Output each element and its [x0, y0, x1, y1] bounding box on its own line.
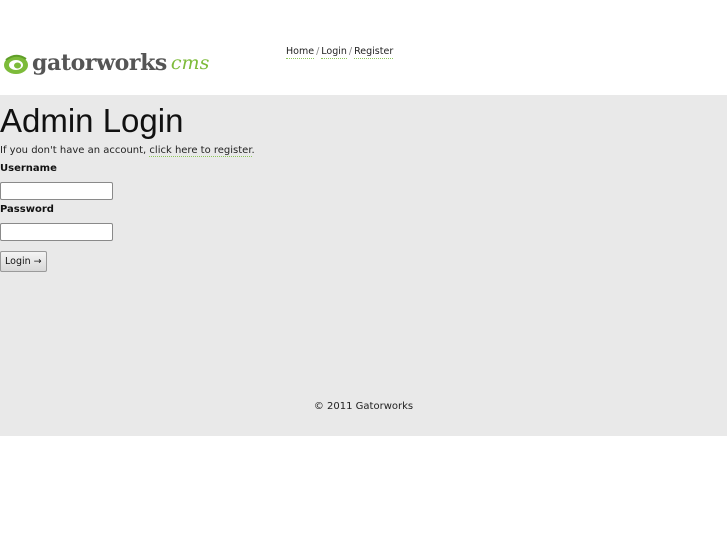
login-button[interactable]: Login → [0, 251, 47, 272]
page-title: Admin Login [0, 102, 184, 139]
register-prompt: If you don't have an account, click here… [0, 145, 255, 157]
top-navigation: Home / Login / Register [286, 46, 394, 59]
logo-wordmark: gatorworks [32, 50, 167, 76]
nav-separator: / [316, 46, 320, 57]
arrow-right-icon: → [33, 256, 42, 267]
username-label: Username [0, 163, 57, 174]
nav-register-link[interactable]: Register [354, 46, 394, 59]
logo-suffix: cms [170, 51, 210, 74]
username-input[interactable] [0, 182, 113, 200]
register-prompt-text: If you don't have an account, [0, 145, 147, 156]
login-button-label: Login [5, 256, 31, 267]
site-logo[interactable]: gatorworks cms [3, 50, 209, 76]
main-panel: Admin Login If you don't have an account… [0, 95, 727, 436]
password-label: Password [0, 204, 54, 215]
nav-login-link[interactable]: Login [321, 46, 347, 59]
copyright-footer: © 2011 Gatorworks [313, 401, 414, 412]
site-header: gatorworks cms Home / Login / Register [0, 0, 727, 95]
password-input[interactable] [0, 223, 113, 241]
nav-separator: / [348, 46, 353, 57]
register-link[interactable]: click here to register [149, 145, 252, 157]
register-prompt-period: . [251, 145, 255, 156]
gatorworks-logo-icon [4, 54, 28, 74]
nav-home-link[interactable]: Home [286, 46, 315, 59]
